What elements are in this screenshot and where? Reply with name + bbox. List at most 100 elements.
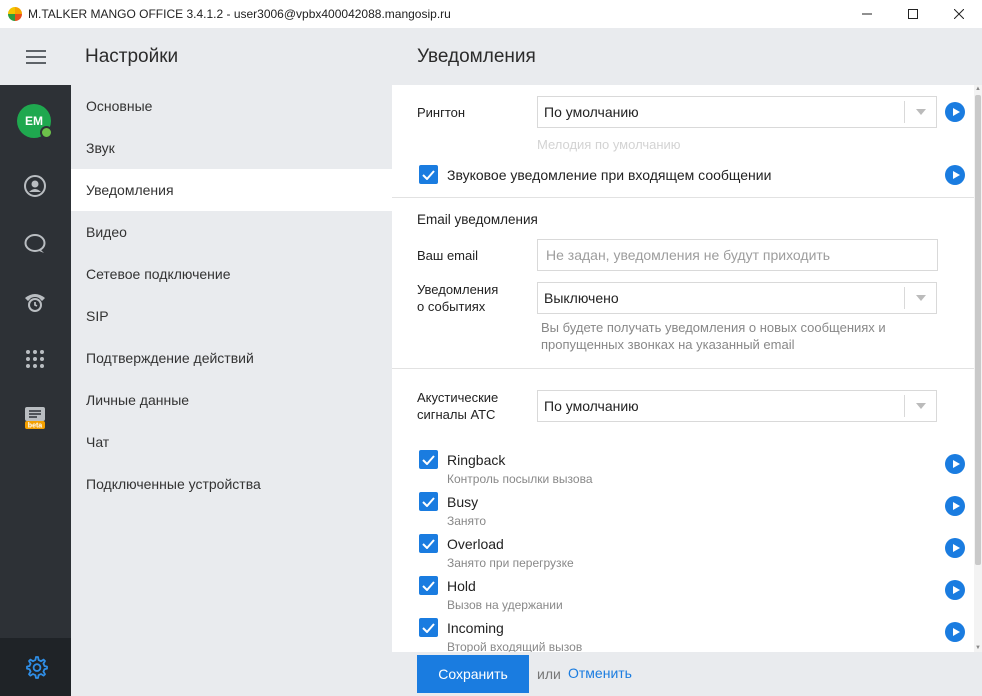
- check-icon: [422, 454, 435, 465]
- nav-item-personal-data[interactable]: Личные данные: [71, 379, 392, 421]
- signal-desc: Занято: [447, 514, 487, 528]
- menu-icon: [25, 46, 46, 68]
- ringtone-label: Рингтон: [417, 105, 466, 120]
- news-button[interactable]: beta: [22, 405, 48, 431]
- sound-notification-checkbox[interactable]: [419, 165, 438, 184]
- scrollbar[interactable]: ▲ ▼: [974, 85, 982, 652]
- cancel-link[interactable]: Отменить: [568, 665, 632, 681]
- play-hold-button[interactable]: [945, 580, 965, 600]
- nav-item-sound[interactable]: Звук: [71, 127, 392, 169]
- footer: Сохранить или Отменить: [392, 652, 982, 696]
- signal-desc: Второй входящий вызов: [447, 640, 583, 652]
- play-overload-button[interactable]: [945, 538, 965, 558]
- nav-item-video[interactable]: Видео: [71, 211, 392, 253]
- app-logo-icon: [8, 7, 22, 21]
- nav-item-action-confirmation[interactable]: Подтверждение действий: [71, 337, 392, 379]
- nav-item-chat[interactable]: Чат: [71, 421, 392, 463]
- or-text: или: [537, 666, 561, 682]
- maximize-button[interactable]: [890, 0, 936, 28]
- title-bar: M.TALKER MANGO OFFICE 3.4.1.2 - user3006…: [0, 0, 982, 28]
- nav-item-network[interactable]: Сетевое подключение: [71, 253, 392, 295]
- hold-checkbox[interactable]: [419, 576, 438, 595]
- window-title: M.TALKER MANGO OFFICE 3.4.1.2 - user3006…: [28, 7, 451, 21]
- sound-notification-label: Звуковое уведомление при входящем сообще…: [447, 167, 772, 183]
- dialpad-button[interactable]: [22, 347, 48, 373]
- nav-item-notifications[interactable]: Уведомления: [71, 169, 392, 211]
- divider: [392, 368, 974, 369]
- acoustic-value: По умолчанию: [544, 398, 639, 414]
- call-history-button[interactable]: [22, 289, 48, 315]
- nav-item-general[interactable]: Основные: [71, 85, 392, 127]
- nav-item-sip[interactable]: SIP: [71, 295, 392, 337]
- overload-checkbox[interactable]: [419, 534, 438, 553]
- scroll-down-icon[interactable]: ▼: [974, 644, 982, 652]
- ringback-checkbox[interactable]: [419, 450, 438, 469]
- check-icon: [422, 580, 435, 591]
- email-input[interactable]: [537, 239, 938, 271]
- events-hint-line2: пропущенных звонках на указанный email: [541, 337, 795, 352]
- signal-name: Hold: [447, 578, 476, 594]
- contacts-icon: [24, 175, 46, 197]
- acoustic-label-line2: сигналы АТС: [417, 407, 496, 422]
- save-button[interactable]: Сохранить: [417, 655, 529, 693]
- signal-name: Overload: [447, 536, 504, 552]
- divider: [392, 197, 974, 198]
- settings-icon: [25, 656, 48, 679]
- dialpad-icon: [26, 350, 44, 368]
- check-icon: [422, 169, 435, 180]
- settings-nav: Основные Звук Уведомления Видео Сетевое …: [71, 85, 392, 696]
- play-ringback-button[interactable]: [945, 454, 965, 474]
- busy-checkbox[interactable]: [419, 492, 438, 511]
- close-button[interactable]: [936, 0, 982, 28]
- events-hint-line1: Вы будете получать уведомления о новых с…: [541, 320, 886, 335]
- incoming-checkbox[interactable]: [419, 618, 438, 637]
- play-busy-button[interactable]: [945, 496, 965, 516]
- window-controls: [844, 0, 982, 28]
- signal-desc: Занято при перегрузке: [447, 556, 574, 570]
- left-rail: EM beta: [0, 28, 71, 696]
- chevron-down-icon: [904, 101, 936, 123]
- scrollbar-thumb[interactable]: [975, 95, 981, 565]
- minimize-button[interactable]: [844, 0, 890, 28]
- settings-button[interactable]: [0, 638, 71, 696]
- ringtone-hint: Мелодия по умолчанию: [537, 137, 681, 152]
- events-label-line2: о событиях: [417, 299, 486, 314]
- acoustic-label-line1: Акустические: [417, 390, 499, 405]
- nav-item-connected-devices[interactable]: Подключенные устройства: [71, 463, 392, 505]
- signal-name: Ringback: [447, 452, 506, 468]
- play-incoming-button[interactable]: [945, 622, 965, 642]
- chevron-down-icon: [904, 395, 936, 417]
- chat-icon: [24, 234, 46, 253]
- beta-badge: beta: [28, 423, 43, 430]
- notifications-panel: Рингтон По умолчанию Мелодия по умолчани…: [392, 85, 974, 652]
- close-icon: [954, 9, 964, 19]
- email-label: Ваш email: [417, 248, 479, 263]
- chevron-down-icon: [904, 287, 936, 309]
- signal-name: Busy: [447, 494, 479, 510]
- signal-name: Incoming: [447, 620, 504, 636]
- page-title: Уведомления: [392, 28, 982, 85]
- news-icon: beta: [25, 407, 45, 430]
- call-history-icon: [25, 294, 45, 312]
- acoustic-select[interactable]: По умолчанию: [537, 390, 937, 422]
- play-ringtone-button[interactable]: [945, 102, 965, 122]
- events-value: Выключено: [544, 290, 619, 306]
- play-sound-notification-button[interactable]: [945, 165, 965, 185]
- events-label-line1: Уведомления: [417, 282, 499, 297]
- contacts-button[interactable]: [22, 173, 48, 199]
- menu-button[interactable]: [0, 28, 71, 85]
- scroll-up-icon[interactable]: ▲: [974, 85, 982, 93]
- ringtone-select[interactable]: По умолчанию: [537, 96, 937, 128]
- ringtone-value: По умолчанию: [544, 104, 639, 120]
- check-icon: [422, 622, 435, 633]
- maximize-icon: [908, 9, 918, 19]
- events-select[interactable]: Выключено: [537, 282, 937, 314]
- minimize-icon: [862, 13, 872, 15]
- signal-desc: Вызов на удержании: [447, 598, 563, 612]
- signal-desc: Контроль посылки вызова: [447, 472, 593, 486]
- check-icon: [422, 496, 435, 507]
- chat-button[interactable]: [22, 231, 48, 257]
- email-section-title: Email уведомления: [417, 212, 538, 227]
- settings-title: Настройки: [71, 28, 392, 85]
- check-icon: [422, 538, 435, 549]
